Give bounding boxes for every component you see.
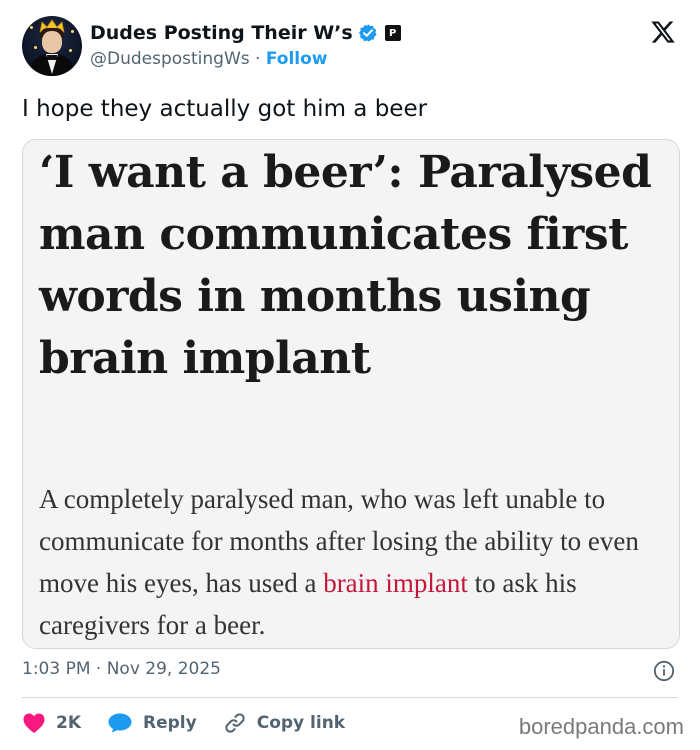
avatar-face — [42, 31, 62, 53]
avatar-star — [30, 26, 33, 29]
separator-dot: · — [255, 49, 261, 69]
handle[interactable]: @DudespostingWs — [90, 49, 250, 69]
avatar-bowtie — [47, 55, 57, 60]
watermark: boredpanda.com — [518, 714, 684, 739]
divider — [22, 697, 678, 698]
tweet-text: I hope they actually got him a beer — [22, 96, 428, 122]
like-count: 2K — [56, 713, 82, 733]
x-logo-icon[interactable] — [650, 19, 676, 45]
handle-row: @DudespostingWs · Follow — [90, 49, 328, 69]
reply-label: Reply — [143, 713, 197, 733]
avatar-star — [71, 30, 74, 33]
link-icon — [225, 713, 245, 733]
display-name[interactable]: Dudes Posting Their W’s — [90, 22, 353, 44]
info-icon[interactable] — [653, 660, 675, 682]
avatar-star — [69, 49, 72, 52]
copy-link-label: Copy link — [256, 713, 346, 733]
like-button[interactable]: 2K — [22, 712, 81, 734]
article-headline: ‘I want a beer’: Paralysed man communica… — [39, 147, 652, 384]
copy-link-button[interactable]: Copy link — [223, 711, 345, 735]
reply-button[interactable]: Reply — [107, 712, 197, 734]
tweet-header: Dudes Posting Their W’s P @DudespostingW… — [22, 16, 678, 78]
article-standfirst: A completely paralysed man, who was left… — [39, 478, 669, 646]
tweet-timestamp[interactable]: 1:03 PM · Nov 29, 2025 — [22, 659, 221, 679]
avatar[interactable] — [22, 16, 82, 76]
verified-check-icon — [358, 24, 377, 42]
follow-button[interactable]: Follow — [266, 49, 328, 69]
name-row: Dudes Posting Their W’s P — [90, 22, 401, 44]
tweet-actions: 2K Reply Copy link — [22, 708, 371, 738]
heart-icon — [23, 713, 45, 733]
tweet-media-card[interactable]: ‘I want a beer’: Paralysed man communica… — [22, 139, 680, 649]
avatar-star — [34, 46, 37, 49]
speech-bubble-icon — [108, 713, 132, 733]
brain-implant-link[interactable]: brain implant — [323, 568, 468, 598]
affiliate-badge-icon: P — [384, 25, 401, 41]
